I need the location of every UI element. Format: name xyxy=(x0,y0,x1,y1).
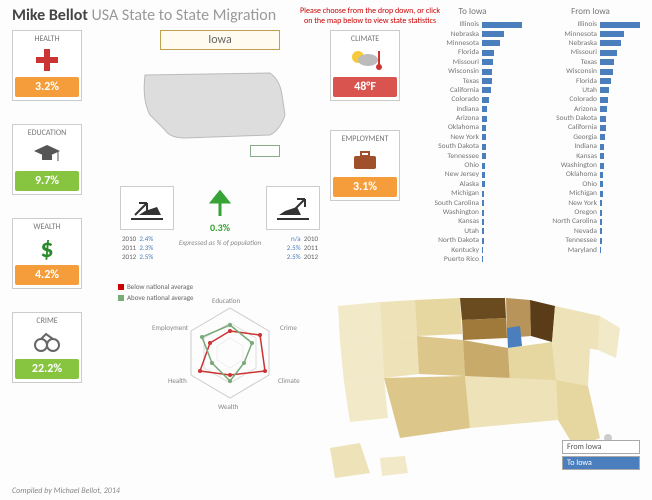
metric-value: 22.2% xyxy=(15,359,79,379)
rank-row: Alaska xyxy=(420,180,525,189)
rank-row: Oregon xyxy=(538,208,643,217)
briefcase-icon xyxy=(333,146,397,174)
rank-title: From Iowa xyxy=(538,6,643,17)
rank-row: Tennessee xyxy=(420,151,525,160)
flow-caption: Expressed as % of population xyxy=(176,238,264,247)
rank-row: Washington xyxy=(420,208,525,217)
rank-row: Illinois xyxy=(420,20,525,29)
metric-value: 48°F xyxy=(333,77,397,97)
rank-row: Utah xyxy=(420,227,525,236)
radar-legend: Below national average Above national av… xyxy=(118,282,194,304)
rank-row: Florida xyxy=(538,76,643,85)
rank-row: Colorado xyxy=(538,95,643,104)
metric-title: EDUCATION xyxy=(15,128,79,138)
inbound-icon-box xyxy=(120,186,174,230)
rank-row: South Carolina xyxy=(420,198,525,207)
metric-value: 4.2% xyxy=(15,265,79,285)
dollar-icon: $ xyxy=(15,234,79,262)
instruction-text: Please choose from the drop down, or cli… xyxy=(300,6,440,26)
migration-flow: 0.3% 2010 2.4% 2011 2.3% 2012 2.5% Expre… xyxy=(120,186,320,266)
rank-row: Texas xyxy=(538,58,643,67)
rank-row: Arizona xyxy=(538,105,643,114)
rank-row: Tennessee xyxy=(538,236,643,245)
rank-row: Arizona xyxy=(420,114,525,123)
health-cross-icon xyxy=(15,46,79,74)
metric-employment: EMPLOYMENT 3.1% xyxy=(330,130,400,201)
metric-crime: CRIME 22.2% xyxy=(12,312,82,383)
rank-row: Oklahoma xyxy=(538,170,643,179)
rank-row: Washington xyxy=(538,161,643,170)
state-dropdown[interactable]: Iowa xyxy=(160,30,280,50)
metric-title: CLIMATE xyxy=(333,34,397,44)
rank-row: Indiana xyxy=(538,142,643,151)
rank-list-from: From Iowa IllinoisMinnesotaNebraskaMisso… xyxy=(538,6,643,255)
metric-climate: CLIMATE 48°F xyxy=(330,30,400,101)
rank-row: Indiana xyxy=(420,105,525,114)
rank-row: Utah xyxy=(538,86,643,95)
metric-value: 3.2% xyxy=(15,77,79,97)
net-flow-pct: 0.3% xyxy=(194,221,246,234)
rank-row: Minnesota xyxy=(538,29,643,38)
metric-value: 9.7% xyxy=(15,171,79,191)
metric-title: CRIME xyxy=(15,316,79,326)
rank-row: California xyxy=(538,123,643,132)
legend-from[interactable]: From Iowa xyxy=(562,440,640,454)
rank-row: South Dakota xyxy=(420,142,525,151)
rank-row: Illinois xyxy=(538,20,643,29)
rank-title: To Iowa xyxy=(420,6,525,17)
rank-row: Kansas xyxy=(538,151,643,160)
net-flow-arrow: 0.3% xyxy=(194,190,246,234)
author-name: Mike Bellot xyxy=(12,6,88,25)
rank-row: Florida xyxy=(420,48,525,57)
handcuffs-icon xyxy=(15,328,79,356)
rank-row: Missouri xyxy=(538,48,643,57)
rank-row: Georgia xyxy=(538,133,643,142)
rank-row: New Jersey xyxy=(420,170,525,179)
rank-row: Michigan xyxy=(538,189,643,198)
rank-row: Wisconsin xyxy=(538,67,643,76)
state-outline-map[interactable] xyxy=(130,60,310,155)
metric-education: EDUCATION 9.7% xyxy=(12,124,82,195)
metric-health: HEALTH 3.2% xyxy=(12,30,82,101)
rank-row: Michigan xyxy=(420,189,525,198)
rank-row: Oklahoma xyxy=(420,123,525,132)
radar-chart: Below national average Above national av… xyxy=(110,278,320,418)
legend-to[interactable]: To Iowa xyxy=(562,456,640,470)
rank-row: Puerto Rico xyxy=(420,255,525,264)
metric-wealth: WEALTH $ 4.2% xyxy=(12,218,82,289)
weather-icon xyxy=(333,46,397,74)
rank-row: Kansas xyxy=(420,217,525,226)
rank-row: New York xyxy=(538,198,643,207)
metric-value: 3.1% xyxy=(333,177,397,197)
rank-row: South Dakota xyxy=(538,114,643,123)
rank-row: Nebraska xyxy=(420,29,525,38)
metric-title: EMPLOYMENT xyxy=(333,134,397,144)
page-header: Mike Bellot USA State to State Migration xyxy=(12,6,276,25)
page-subtitle: USA State to State Migration xyxy=(91,6,276,25)
rank-row: Wisconsin xyxy=(420,67,525,76)
metric-title: WEALTH xyxy=(15,222,79,232)
rank-row: Colorado xyxy=(420,95,525,104)
rank-row: Nebraska xyxy=(538,39,643,48)
rank-row: California xyxy=(420,86,525,95)
rank-row: Minnesota xyxy=(420,39,525,48)
rank-row: New York xyxy=(420,133,525,142)
rank-row: Texas xyxy=(420,76,525,85)
metric-title: HEALTH xyxy=(15,34,79,44)
rank-row: North Dakota xyxy=(420,236,525,245)
rank-row: Missouri xyxy=(420,58,525,67)
rank-row: Ohio xyxy=(420,161,525,170)
outbound-icon-box xyxy=(266,186,320,230)
rank-list-to: To Iowa IllinoisNebraskaMinnesotaFlorida… xyxy=(420,6,525,264)
footer-credit: Compiled by Michael Bellot, 2014 xyxy=(12,486,120,496)
rank-row: Ohio xyxy=(538,180,643,189)
graduation-cap-icon xyxy=(15,140,79,168)
outbound-years: n/a 2010 2.5% 2011 2.5% 2012 xyxy=(287,234,318,261)
map-legend: From Iowa To Iowa xyxy=(562,440,640,472)
rank-row: North Carolina xyxy=(538,217,643,226)
rank-row: Kentucky xyxy=(420,245,525,254)
rank-row: Nevada xyxy=(538,227,643,236)
rank-row: Maryland xyxy=(538,245,643,254)
inbound-years: 2010 2.4% 2011 2.3% 2012 2.5% xyxy=(122,234,153,261)
